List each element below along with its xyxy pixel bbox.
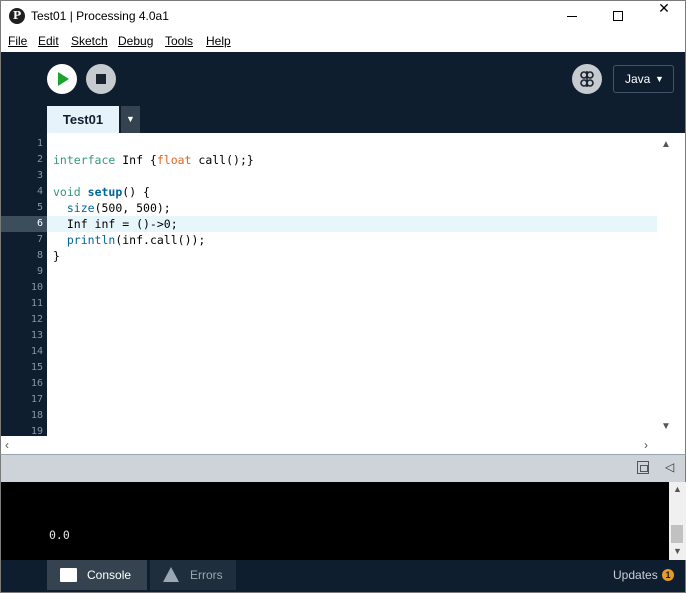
code-line[interactable]: void setup() {	[47, 184, 657, 200]
line-number: 2	[36, 154, 43, 165]
code-line[interactable]	[47, 344, 657, 360]
close-icon: ✕	[658, 1, 670, 17]
console-tab-label: Console	[87, 568, 132, 582]
menu-sketch[interactable]: Sketch	[71, 34, 108, 48]
line-number: 13	[30, 330, 43, 341]
menu-file[interactable]: File	[8, 34, 27, 48]
code-line[interactable]	[47, 136, 657, 152]
line-number: 18	[30, 410, 43, 421]
console-scrollbar[interactable]: ▲ ▼	[669, 482, 686, 560]
line-number: 1	[36, 138, 43, 149]
editor-horizontal-scrollbar[interactable]: ‹ ›	[0, 436, 656, 454]
menu-help[interactable]: Help	[206, 34, 231, 48]
code-line[interactable]: Inf inf = ()->0;	[47, 216, 657, 232]
line-number: 17	[30, 394, 43, 405]
code-line[interactable]: }	[47, 248, 657, 264]
menu-edit[interactable]: Edit	[38, 34, 59, 48]
code-line[interactable]	[47, 360, 657, 376]
code-line[interactable]	[47, 280, 657, 296]
line-number: 14	[30, 346, 43, 357]
terminal-icon	[60, 559, 77, 582]
close-button[interactable]: ✕	[641, 1, 686, 31]
code-editor[interactable]: 1 2 3 4 5 6 7 8 9 10 11 12 13 14 15 16 17 18 19 interface …	[0, 133, 686, 437]
code-line[interactable]	[47, 392, 657, 408]
code-line[interactable]	[47, 376, 657, 392]
minimize-button[interactable]	[549, 1, 595, 31]
chevron-down-icon: ▼	[655, 74, 664, 84]
editor-vertical-scrollbar[interactable]: ▲ ▼	[657, 133, 674, 436]
maximize-button[interactable]	[595, 1, 641, 31]
mode-selector[interactable]: Java ▼	[613, 65, 674, 93]
tab-console[interactable]: Console	[47, 559, 147, 590]
line-number-gutter: 1 2 3 4 5 6 7 8 9 10 11 12 13 14 15 16 17 18 19	[1, 133, 47, 437]
line-number: 4	[36, 186, 43, 197]
mode-label: Java	[625, 72, 651, 86]
line-number: 11	[30, 298, 43, 309]
code-line[interactable]: size(500, 500);	[47, 200, 657, 216]
updates-count-badge[interactable]: 1	[662, 569, 674, 581]
menu-tools[interactable]: Tools	[165, 34, 193, 48]
menu-debug[interactable]: Debug	[118, 34, 153, 48]
line-number: 12	[30, 314, 43, 325]
run-button[interactable]	[47, 64, 77, 94]
code-area[interactable]: interface Inf {float call();} void setup(…	[47, 133, 657, 436]
errors-tab-label: Errors	[190, 568, 223, 582]
scroll-down-icon[interactable]: ▼	[673, 546, 682, 556]
tab-errors[interactable]: Errors	[150, 560, 236, 590]
scroll-left-icon[interactable]: ‹	[5, 438, 9, 452]
maximize-icon	[613, 11, 623, 21]
console-panel[interactable]: 0.0 ▲ ▼	[0, 482, 686, 560]
line-number: 8	[36, 250, 43, 261]
toolbar: Java ▼ Test01 ▼	[0, 52, 686, 133]
scrollbar-corner	[656, 436, 686, 454]
code-line[interactable]	[47, 328, 657, 344]
tab-test01[interactable]: Test01	[47, 106, 119, 133]
scroll-up-icon[interactable]: ▲	[673, 484, 682, 494]
line-number: 5	[36, 202, 43, 213]
tab-menu-button[interactable]: ▼	[121, 106, 140, 133]
code-line[interactable]	[47, 264, 657, 280]
console-header[interactable]: ◁	[0, 454, 686, 482]
debug-button[interactable]	[572, 64, 602, 94]
debugger-icon	[580, 71, 594, 87]
processing-app-icon: P	[9, 8, 25, 24]
code-line[interactable]	[47, 312, 657, 328]
code-line[interactable]: interface Inf {float call();}	[47, 152, 657, 168]
line-number: 6	[1, 216, 47, 232]
collapse-console-icon[interactable]: ◁	[665, 460, 674, 474]
scroll-up-icon[interactable]: ▲	[661, 139, 671, 150]
line-number: 9	[36, 266, 43, 277]
footer-bar: Console Errors Updates 1	[0, 559, 686, 593]
line-number: 16	[30, 378, 43, 389]
code-line[interactable]	[47, 296, 657, 312]
console-output: 0.0	[49, 528, 70, 542]
scroll-down-icon[interactable]: ▼	[661, 421, 671, 432]
warning-icon	[163, 567, 179, 582]
line-number: 10	[30, 282, 43, 293]
code-line[interactable]	[47, 408, 657, 424]
code-line[interactable]: println(inf.call());	[47, 232, 657, 248]
line-number: 7	[36, 234, 43, 245]
menu-bar: File Edit Sketch Debug Tools Help	[0, 31, 686, 52]
code-line[interactable]	[47, 168, 657, 184]
window-title-bar: P Test01 | Processing 4.0a1 ✕	[0, 0, 686, 31]
line-number: 3	[36, 170, 43, 181]
scroll-right-icon[interactable]: ›	[644, 438, 648, 452]
updates-link[interactable]: Updates	[613, 568, 658, 582]
code-line[interactable]	[47, 424, 657, 436]
window-title: Test01 | Processing 4.0a1	[31, 9, 169, 23]
stop-button[interactable]	[86, 64, 116, 94]
console-scroll-thumb[interactable]	[671, 525, 683, 543]
copy-icon[interactable]	[637, 461, 649, 474]
minimize-icon	[567, 16, 577, 17]
line-number: 15	[30, 362, 43, 373]
